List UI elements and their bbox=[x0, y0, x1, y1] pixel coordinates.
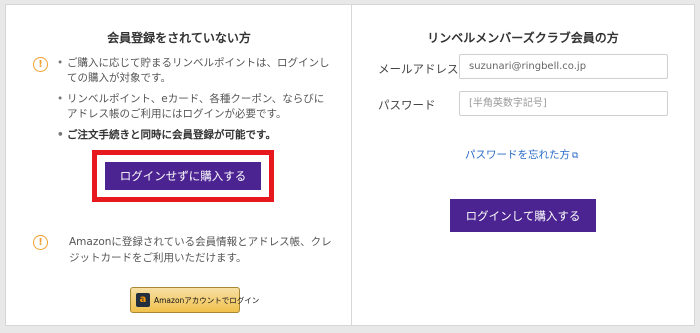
password-field[interactable]: [半角英数字記号] bbox=[459, 91, 668, 116]
warning-icon: ! bbox=[33, 57, 48, 72]
guest-notes-list: ご購入に応じて貯まるリンベルポイントは、ログインしての購入が対象です。 リンベル… bbox=[57, 56, 332, 149]
amazon-login-label: Amazonアカウントでログイン bbox=[154, 295, 260, 305]
guest-panel-title: 会員登録をされていない方 bbox=[107, 31, 251, 45]
forgot-password-link[interactable]: パスワードを忘れた方 ⧉ bbox=[465, 147, 578, 162]
guest-purchase-button[interactable]: ログインせずに購入する bbox=[105, 162, 261, 190]
forgot-password-label: パスワードを忘れた方 bbox=[465, 149, 570, 161]
member-login-button[interactable]: ログインして購入する bbox=[450, 199, 596, 232]
amazon-login-button[interactable]: a Amazonアカウントでログイン bbox=[130, 287, 259, 313]
password-label: パスワード bbox=[378, 98, 436, 112]
note-points: ご購入に応じて貯まるリンベルポイントは、ログインしての購入が対象です。 bbox=[57, 56, 332, 86]
external-link-icon: ⧉ bbox=[572, 151, 579, 161]
guest-button-highlight: ログインせずに購入する bbox=[92, 150, 274, 202]
note-login-required: リンベルポイント、eカード、各種クーポン、ならびにアドレス帳のご利用にはログイン… bbox=[57, 92, 332, 122]
member-panel-title: リンベルメンバーズクラブ会員の方 bbox=[427, 31, 619, 45]
amazon-logo-icon: a bbox=[136, 293, 150, 307]
warning-icon-amazon: ! bbox=[33, 235, 48, 250]
note-register: ご注文手続きと同時に会員登録が可能です。 bbox=[57, 128, 332, 143]
amazon-info-text: Amazonに登録されている会員情報とアドレス帳、クレジットカードをご利用いただ… bbox=[69, 236, 332, 264]
email-label: メールアドレス bbox=[378, 62, 459, 76]
member-panel: リンベルメンバーズクラブ会員の方 メールアドレス suzunari@ringbe… bbox=[351, 4, 695, 326]
guest-panel: 会員登録をされていない方 ! ご購入に応じて貯まるリンベルポイントは、ログインし… bbox=[5, 4, 352, 326]
email-field[interactable]: suzunari@ringbell.co.jp bbox=[459, 54, 668, 79]
